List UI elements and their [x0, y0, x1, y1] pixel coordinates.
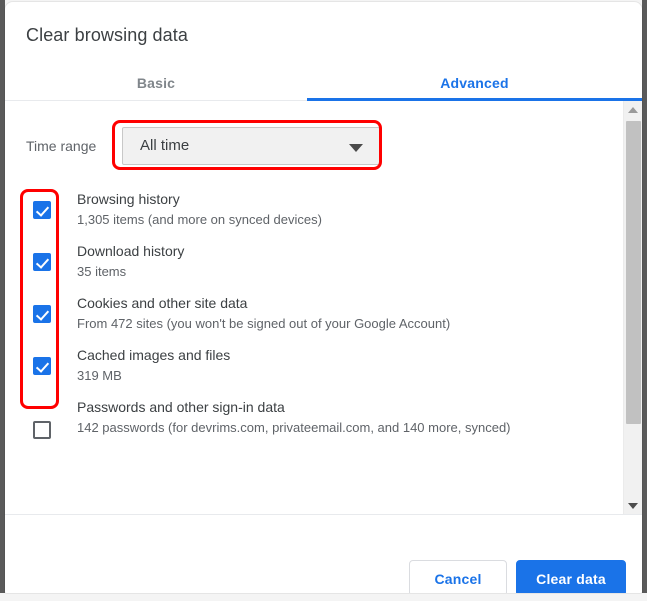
screen: Clear browsing data Basic Advanced Time …: [0, 0, 647, 601]
tab-basic[interactable]: Basic: [5, 64, 307, 103]
option-title: Cookies and other site data: [77, 295, 248, 311]
option-text-download-history: Download history 35 items: [77, 241, 642, 282]
option-subtitle: 319 MB: [77, 368, 122, 383]
option-text-browsing-history: Browsing history 1,305 items (and more o…: [77, 189, 642, 230]
list-item-browsing-history[interactable]: Browsing history 1,305 items (and more o…: [5, 189, 642, 241]
checkbox-cached-images[interactable]: [33, 357, 51, 375]
option-text-cached-images: Cached images and files 319 MB: [77, 345, 642, 386]
option-title: Download history: [77, 243, 185, 259]
option-title: Browsing history: [77, 191, 180, 207]
option-subtitle: 142 passwords (for devrims.com, privatee…: [77, 420, 511, 435]
clear-browsing-data-dialog: Clear browsing data Basic Advanced Time …: [5, 2, 642, 593]
option-subtitle: From 472 sites (you won't be signed out …: [77, 316, 451, 331]
chevron-down-icon: [349, 144, 363, 152]
list-item-cached-images[interactable]: Cached images and files 319 MB: [5, 345, 642, 397]
window-bottom-edge: [0, 593, 647, 601]
list-item-passwords[interactable]: Passwords and other sign-in data 142 pas…: [5, 397, 642, 449]
window-right-edge: [642, 0, 647, 601]
option-text-passwords: Passwords and other sign-in data 142 pas…: [77, 397, 642, 438]
page-title: Clear browsing data: [26, 25, 188, 45]
settings-scroll-area: Time range All time Browsing history 1,3…: [5, 101, 642, 514]
option-text-cookies: Cookies and other site data From 472 sit…: [77, 293, 642, 334]
time-range-dropdown[interactable]: All time: [122, 127, 380, 165]
option-subtitle: 35 items: [77, 264, 127, 279]
scrollbar-thumb[interactable]: [626, 121, 641, 424]
scroll-down-arrow-icon[interactable]: [624, 497, 642, 514]
clear-data-button[interactable]: Clear data: [516, 560, 626, 593]
time-range-label: Time range: [26, 138, 97, 154]
checkbox-cookies[interactable]: [33, 305, 51, 323]
time-range-selected-value: All time: [140, 137, 190, 154]
scroll-up-arrow-icon[interactable]: [624, 101, 642, 118]
checkbox-passwords[interactable]: [33, 421, 51, 439]
option-title: Passwords and other sign-in data: [77, 399, 285, 415]
dialog-footer: Cancel Clear data: [5, 515, 642, 593]
list-item-cookies[interactable]: Cookies and other site data From 472 sit…: [5, 293, 642, 345]
scroll-down-glyph: [628, 503, 638, 509]
data-type-list: Browsing history 1,305 items (and more o…: [5, 189, 642, 449]
checkbox-download-history[interactable]: [33, 253, 51, 271]
cancel-button[interactable]: Cancel: [409, 560, 507, 593]
option-subtitle: 1,305 items (and more on synced devices): [77, 212, 322, 227]
scroll-up-glyph: [628, 107, 638, 113]
content-scrollbar[interactable]: [623, 101, 642, 514]
checkbox-browsing-history[interactable]: [33, 201, 51, 219]
option-title: Cached images and files: [77, 347, 231, 363]
list-item-download-history[interactable]: Download history 35 items: [5, 241, 642, 293]
